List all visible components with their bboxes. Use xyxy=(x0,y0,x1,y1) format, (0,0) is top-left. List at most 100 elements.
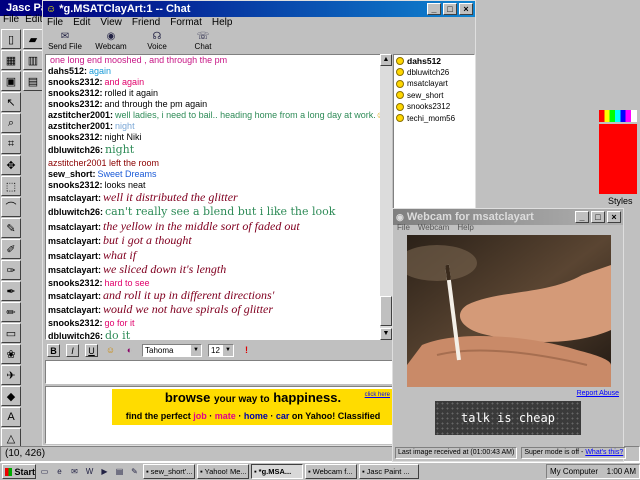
ad-click-here-link[interactable]: click here xyxy=(365,392,390,398)
message-username[interactable]: snooks2312: xyxy=(48,318,103,328)
color-field[interactable] xyxy=(599,124,637,194)
paint-menu-edit[interactable]: Edit xyxy=(25,14,42,28)
message-username[interactable]: msatclayart: xyxy=(48,236,101,246)
color-swatch-strip[interactable] xyxy=(599,110,637,122)
clone-tool-icon[interactable]: ✑ xyxy=(1,260,21,280)
retouch-tool-icon[interactable]: ✏ xyxy=(1,302,21,322)
browser-icon[interactable]: e xyxy=(53,465,66,478)
menu-edit[interactable]: Edit xyxy=(73,17,90,31)
layers-icon[interactable]: ▣ xyxy=(1,71,21,91)
webcam-button[interactable]: ◉ Webcam xyxy=(93,31,129,53)
alert-icon[interactable]: ! xyxy=(240,344,253,357)
message-username[interactable]: dbluwitch26: xyxy=(48,331,103,340)
mail-icon[interactable]: ✉ xyxy=(68,465,81,478)
report-abuse-link[interactable]: Report Abuse xyxy=(577,390,619,397)
bold-button[interactable]: B xyxy=(47,344,60,357)
lasso-tool-icon[interactable]: ⌒ xyxy=(1,197,21,217)
underline-button[interactable]: U xyxy=(85,344,98,357)
webcam-menu-webcam[interactable]: Webcam xyxy=(418,223,449,235)
open-icon[interactable]: ▰ xyxy=(23,29,43,49)
message-username[interactable]: azstitcher2001: xyxy=(48,121,113,131)
message-username[interactable]: snooks2312: xyxy=(48,132,103,142)
start-button[interactable]: Start xyxy=(2,464,36,479)
grid-icon[interactable]: ▦ xyxy=(1,50,21,70)
menu-file[interactable]: File xyxy=(47,17,63,31)
whats-this-link[interactable]: What's this? xyxy=(585,449,623,456)
chat-button[interactable]: ☏ Chat xyxy=(185,31,221,53)
font-size-select[interactable]: 12 ▼ xyxy=(208,344,234,357)
minimize-icon[interactable]: _ xyxy=(427,3,441,15)
word-icon[interactable]: W xyxy=(83,465,96,478)
emoticon-icon[interactable]: ☺ xyxy=(104,344,117,357)
close-icon[interactable]: × xyxy=(607,211,621,223)
color-replacer-icon[interactable]: ✒ xyxy=(1,281,21,301)
message-username[interactable]: msatclayart: xyxy=(48,291,101,301)
ad-car[interactable]: car xyxy=(276,411,290,421)
maximize-icon[interactable]: □ xyxy=(443,3,457,15)
message-username[interactable]: dbluwitch26: xyxy=(48,145,103,155)
menu-friend[interactable]: Friend xyxy=(132,17,160,31)
browse-icon[interactable]: ▤ xyxy=(23,71,43,91)
message-username[interactable]: msatclayart: xyxy=(48,305,101,315)
webcam-menu-file[interactable]: File xyxy=(397,223,410,235)
message-username[interactable]: dahs512: xyxy=(48,66,87,76)
member-list-item[interactable]: sew_short xyxy=(396,90,472,102)
message-username[interactable]: msatclayart: xyxy=(48,265,101,275)
scan-icon[interactable]: ▥ xyxy=(23,50,43,70)
ad-job[interactable]: job xyxy=(193,411,207,421)
arrow-tool-icon[interactable]: ↖ xyxy=(1,92,21,112)
taskbar-task-button[interactable]: ▪ *g.MSA... xyxy=(251,464,303,479)
font-select[interactable]: Tahoma ▼ xyxy=(142,344,202,357)
scroll-up-icon[interactable]: ▲ xyxy=(380,54,392,66)
maximize-icon[interactable]: □ xyxy=(591,211,605,223)
webcam-menu-help[interactable]: Help xyxy=(457,223,473,235)
menu-format[interactable]: Format xyxy=(170,17,202,31)
taskbar-task-button[interactable]: ▪ sew_short'... xyxy=(143,464,195,479)
chat-message-log[interactable]: one long end mooshed , and through the p… xyxy=(45,54,389,340)
message-username[interactable]: snooks2312: xyxy=(48,99,103,109)
message-username[interactable]: snooks2312: xyxy=(48,180,103,190)
chat-scrollbar[interactable]: ▲ ▼ xyxy=(380,54,392,340)
message-username[interactable]: snooks2312: xyxy=(48,77,103,87)
message-username[interactable]: sew_short: xyxy=(48,169,96,179)
yahoo-classifieds-ad[interactable]: browse your way to happiness. find the p… xyxy=(112,389,394,425)
scroll-down-icon[interactable]: ▼ xyxy=(380,328,392,340)
fill-tool-icon[interactable]: ◆ xyxy=(1,386,21,406)
taskbar-task-button[interactable]: ▪ Jasc Paint ... xyxy=(359,464,419,479)
menu-view[interactable]: View xyxy=(100,17,122,31)
message-username[interactable]: msatclayart: xyxy=(48,222,101,232)
dropper-tool-icon[interactable]: ✎ xyxy=(1,218,21,238)
shape-tool-icon[interactable]: △ xyxy=(1,428,21,448)
paint-menu-file[interactable]: File xyxy=(3,14,19,28)
member-list-item[interactable]: msatclayart xyxy=(396,78,472,90)
taskbar-task-button[interactable]: ▪ Webcam f... xyxy=(305,464,357,479)
tray-my-computer[interactable]: My Computer xyxy=(550,467,598,476)
member-list-item[interactable]: dbluwitch26 xyxy=(396,67,472,79)
message-username[interactable]: snooks2312: xyxy=(48,88,103,98)
message-username[interactable]: dbluwitch26: xyxy=(48,207,103,217)
italic-button[interactable]: I xyxy=(66,344,79,357)
zoom-tool-icon[interactable]: ⌕ xyxy=(1,113,21,133)
member-list-item[interactable]: snooks2312 xyxy=(396,101,472,113)
color-picker-icon[interactable]: ◐ xyxy=(123,344,136,357)
paint-icon[interactable]: ✎ xyxy=(128,465,141,478)
media-icon[interactable]: ▶ xyxy=(98,465,111,478)
voice-button[interactable]: ☊ Voice xyxy=(139,31,175,53)
paintbrush-tool-icon[interactable]: ✐ xyxy=(1,239,21,259)
ad-home[interactable]: home xyxy=(244,411,268,421)
explorer-icon[interactable]: ▤ xyxy=(113,465,126,478)
selection-tool-icon[interactable]: ⬚ xyxy=(1,176,21,196)
new-icon[interactable]: ▯ xyxy=(1,29,21,49)
talk-is-cheap-banner[interactable]: talk is cheap xyxy=(435,401,581,435)
minimize-icon[interactable]: _ xyxy=(575,211,589,223)
text-tool-icon[interactable]: A xyxy=(1,407,21,427)
taskbar-task-button[interactable]: ▪ Yahoo! Me... xyxy=(197,464,249,479)
close-icon[interactable]: × xyxy=(459,3,473,15)
airbrush-tool-icon[interactable]: ✈ xyxy=(1,365,21,385)
message-username[interactable]: msatclayart: xyxy=(48,251,101,261)
member-list-item[interactable]: dahs512 xyxy=(396,55,472,67)
crop-tool-icon[interactable]: ⌗ xyxy=(1,134,21,154)
send-file-button[interactable]: ✉ Send File xyxy=(47,31,83,53)
message-username[interactable]: msatclayart: xyxy=(48,193,101,203)
picture-tube-icon[interactable]: ❀ xyxy=(1,344,21,364)
